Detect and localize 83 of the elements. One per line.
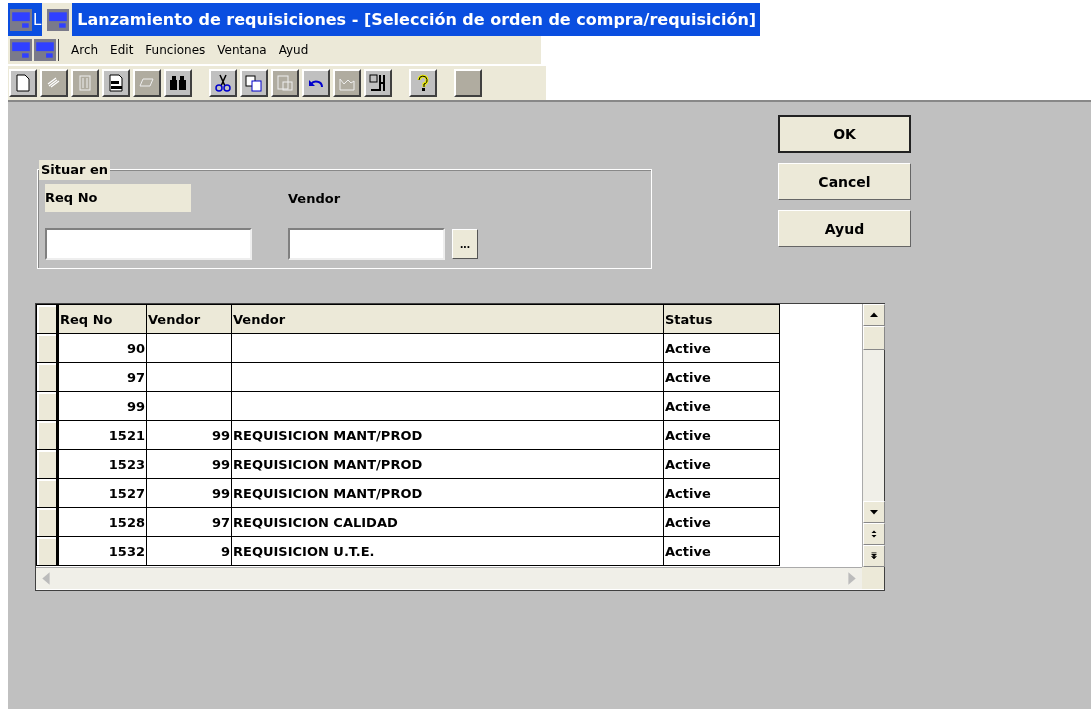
binoculars-icon — [168, 73, 188, 93]
scroll-button[interactable] — [863, 523, 885, 545]
field-label: Vendor — [288, 190, 341, 206]
dialog-button[interactable]: Cancel — [778, 163, 911, 200]
table-cell: 1523 — [57, 449, 147, 479]
table-cell: Active — [663, 449, 780, 479]
menu-item[interactable]: Edit — [104, 43, 140, 57]
toolbar-button[interactable] — [9, 69, 37, 97]
column-header[interactable]: Vendor — [231, 304, 664, 334]
scrollbar-corner — [862, 567, 884, 589]
document-icon — [13, 73, 33, 93]
table-cell: Active — [663, 420, 780, 450]
window-title-fragment: L — [33, 10, 42, 29]
column-header[interactable]: Vendor — [146, 304, 232, 334]
table-cell: 90 — [57, 333, 147, 363]
table-cell: Active — [663, 507, 780, 537]
toolbar-button[interactable] — [209, 69, 237, 97]
table-cell: REQUISICION MANT/PROD — [231, 449, 664, 479]
scroll-thumb[interactable] — [863, 326, 885, 350]
row-header[interactable] — [36, 449, 58, 479]
scroll-button[interactable] — [863, 501, 885, 523]
scissors-icon — [213, 73, 233, 93]
exit-icon — [368, 73, 388, 93]
table-cell: Active — [663, 536, 780, 566]
table-cell: Active — [663, 333, 780, 363]
row-header[interactable] — [36, 362, 58, 392]
browse-button[interactable]: ... — [452, 229, 478, 259]
input-field[interactable] — [288, 228, 445, 260]
window-title: Lanzamiento de requisiciones - [Selección de orden de compra/requisición] — [77, 10, 757, 29]
menu-item[interactable]: Funciones — [139, 43, 212, 57]
scroll-button[interactable] — [863, 304, 885, 326]
copy-icon — [244, 73, 264, 93]
table-cell: Active — [663, 362, 780, 392]
toolbar-button[interactable] — [102, 69, 130, 97]
row-header[interactable] — [36, 333, 58, 363]
menu-item[interactable]: Ventana — [211, 43, 273, 57]
page-up-down-icon — [869, 529, 879, 539]
row-header[interactable] — [36, 391, 58, 421]
table-cell: 99 — [146, 449, 232, 479]
table-cell: 1527 — [57, 478, 147, 508]
last-page-icon — [869, 551, 879, 561]
table-cell: REQUISICION MANT/PROD — [231, 420, 664, 450]
dialog-button[interactable]: Ayud — [778, 210, 911, 247]
table-cell: 97 — [146, 507, 232, 537]
up-arrow-icon — [869, 310, 879, 320]
group-title: Situar en — [39, 160, 111, 180]
menu-item[interactable]: Ayud — [272, 43, 315, 57]
paste-icon — [275, 73, 295, 93]
vertical-scrollbar[interactable] — [862, 304, 884, 567]
dialog-button[interactable]: OK — [778, 115, 911, 153]
toolbar-button[interactable] — [364, 69, 392, 97]
input-field[interactable] — [45, 228, 252, 260]
table-cell: Active — [663, 478, 780, 508]
column-header[interactable]: Status — [663, 304, 780, 334]
row-header[interactable] — [36, 420, 58, 450]
row-header[interactable] — [36, 507, 58, 537]
table-cell: REQUISICION MANT/PROD — [231, 478, 664, 508]
table-cell: REQUISICION U.T.E. — [231, 536, 664, 566]
column-header[interactable]: Req No — [57, 304, 147, 334]
table-cell: 1528 — [57, 507, 147, 537]
toolbar-button[interactable] — [409, 69, 437, 97]
menu-item[interactable]: Arch — [65, 43, 105, 57]
toolbar-button[interactable] — [240, 69, 268, 97]
table-cell: REQUISICION CALIDAD — [231, 507, 664, 537]
horizontal-scrollbar[interactable] — [36, 567, 862, 589]
row-header[interactable] — [36, 478, 58, 508]
toolbar-button[interactable] — [302, 69, 330, 97]
table-cell: 9 — [146, 536, 232, 566]
down-arrow-icon — [869, 507, 879, 517]
row-header[interactable] — [36, 304, 58, 334]
toolbar-button[interactable] — [164, 69, 192, 97]
field-label: Req No — [45, 184, 191, 212]
row-header[interactable] — [36, 536, 58, 566]
table-cell: 97 — [57, 362, 147, 392]
scroll-button[interactable] — [863, 545, 885, 567]
table-cell: 99 — [57, 391, 147, 421]
table-cell: 1521 — [57, 420, 147, 450]
printer-icon — [106, 73, 126, 93]
table-cell: 99 — [146, 478, 232, 508]
table-cell: Active — [663, 391, 780, 421]
table-cell: 1532 — [57, 536, 147, 566]
table-cell: 99 — [146, 420, 232, 450]
app-icon — [10, 8, 32, 31]
